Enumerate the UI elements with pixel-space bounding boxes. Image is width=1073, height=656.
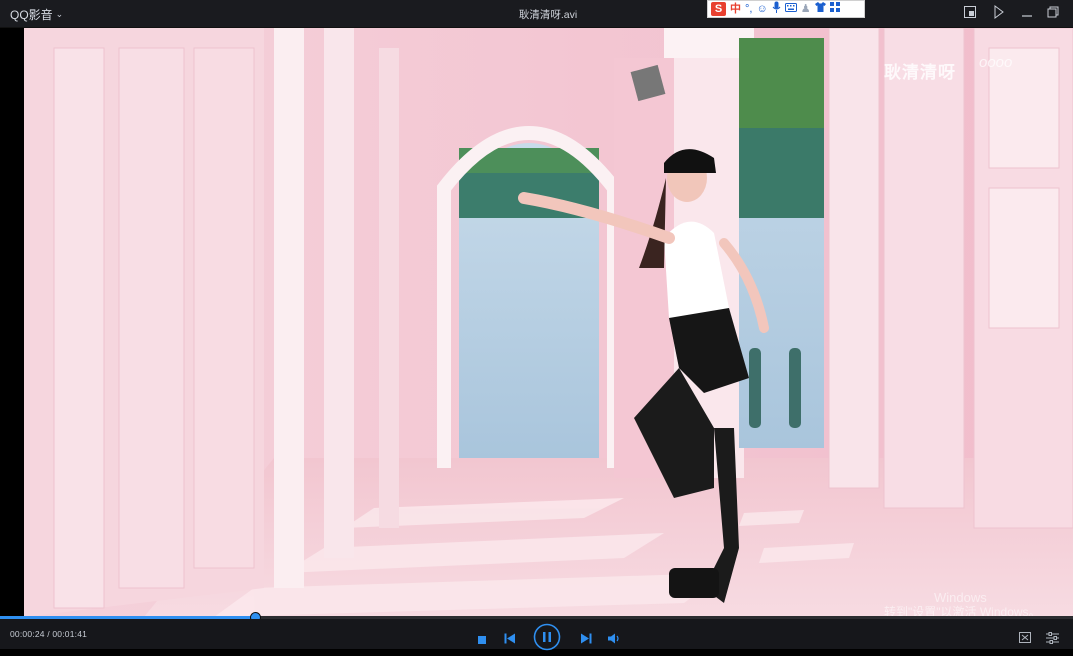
emoji-icon[interactable]: ☺ [756,2,767,16]
video-frame[interactable]: 耿清清呀 oooo Windows 转到"设置"以激活 Windows。 [24,28,1073,617]
volume-icon [608,633,619,644]
video-watermark-logo: oooo [979,54,1013,71]
skin-icon[interactable] [814,2,826,16]
skip-previous-icon [504,633,515,644]
keyboard-icon[interactable] [784,2,797,16]
mini-mode-icon[interactable] [963,5,979,21]
user-icon[interactable]: ♟ [801,2,811,16]
equalizer-settings-icon [1046,632,1059,644]
maximize-icon[interactable] [1046,5,1062,21]
ime-mode-toggle[interactable]: 中 [730,2,741,16]
volume-button[interactable] [608,631,621,649]
settings-button[interactable] [1046,631,1059,649]
video-scene [24,28,1073,617]
control-bar: 00:00:24 / 00:01:41 [0,619,1073,651]
pause-button[interactable] [533,623,561,656]
stop-icon [478,636,486,644]
skip-next-icon [581,633,592,644]
punctuation-icon[interactable]: °, [745,2,752,16]
time-display: 00:00:24 / 00:01:41 [10,629,88,639]
ime-toolbar[interactable]: S 中 °, ☺ ♟ [707,0,865,18]
toolbox-icon[interactable] [829,2,840,16]
ime-logo-icon[interactable]: S [711,2,726,16]
previous-button[interactable] [504,631,516,649]
pause-icon [533,623,561,651]
activation-title: Windows [934,590,987,605]
window-title: 耿清清呀.avi [518,9,578,21]
windows-activation-notice: Windows 转到"设置"以激活 Windows。 [884,590,1041,618]
minimize-icon[interactable] [1020,5,1036,21]
pin-icon[interactable] [992,5,1008,21]
stop-button[interactable] [478,632,487,650]
video-watermark: 耿清清呀 [884,63,956,82]
video-letterbox-left [0,28,24,617]
microphone-icon[interactable] [772,1,781,17]
screenshot-button[interactable] [1019,631,1032,649]
title-bar: QQ影音 ⌄ 耿清清呀.avi S 中 °, ☺ ♟ [0,0,1073,28]
next-button[interactable] [580,631,592,649]
screenshot-icon [1019,632,1031,643]
